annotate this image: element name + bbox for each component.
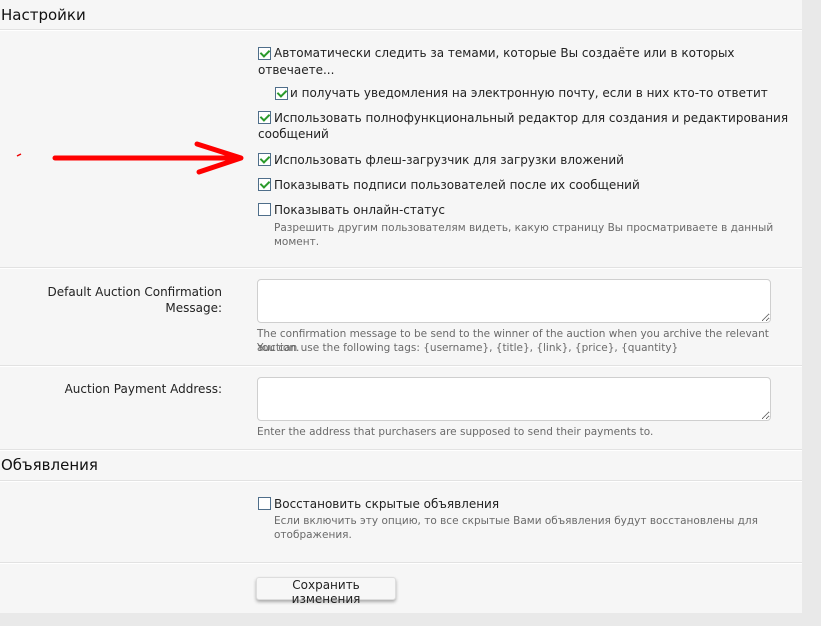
red-arrow-annotation [16,141,244,175]
auction-confirm-label: Default Auction Confirmation [47,285,222,299]
checkbox-online-status[interactable] [258,203,271,216]
auction-confirm-label: Message: [165,301,222,315]
divider [0,365,802,367]
checkbox-restore-hidden-ads[interactable] [258,497,271,510]
divider [0,449,802,451]
option-label: Использовать флеш-загрузчик для загрузки… [274,153,624,167]
divider [0,562,802,564]
option-hint: Разрешить другим пользователям видеть, к… [274,222,774,234]
section-title-ads: Объявления [1,456,98,474]
option-hint: Если включить эту опцию, то все скрытые … [274,515,758,527]
option-hint: отображения. [274,529,352,541]
divider [0,267,802,269]
checkbox-email-notify[interactable] [275,87,288,100]
auction-confirm-textarea[interactable] [257,279,771,323]
option-label: сообщений [258,127,329,141]
option-label: Показывать подписи пользователей после и… [274,178,640,192]
auction-address-hint: Enter the address that purchasers are su… [257,426,654,438]
auction-address-textarea[interactable] [257,377,771,421]
option-label: отвечаете... [258,63,335,77]
option-label: Показывать онлайн-статус [274,203,445,217]
auction-address-label: Auction Payment Address: [64,382,222,396]
option-label: Восстановить скрытые объявления [274,497,500,511]
option-label: Использовать полнофункциональный редакто… [274,111,789,125]
auction-confirm-hint: You can use the following tags: {usernam… [257,342,679,354]
option-label: и получать уведомления на электронную по… [290,86,768,100]
red-mark [16,153,22,157]
save-button[interactable]: Сохранить изменения [256,577,396,606]
divider [0,480,802,482]
option-label: Автоматически следить за темами, которые… [274,46,735,60]
option-hint: момент. [274,236,320,248]
